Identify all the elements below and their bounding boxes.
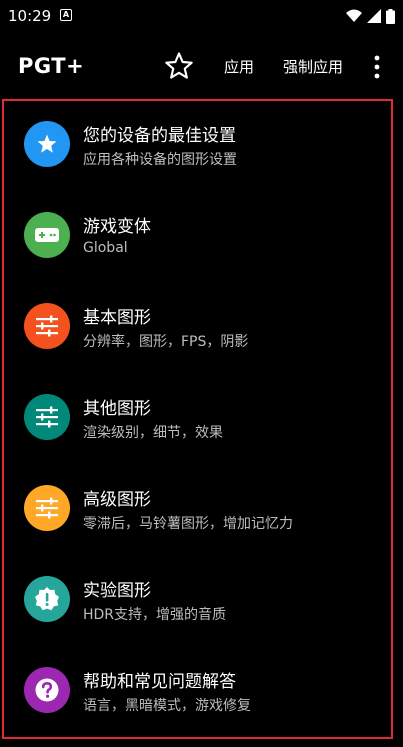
menu-item-title: 实验图形 xyxy=(83,581,151,601)
menu-item-advanced-graphics[interactable]: 高级图形 零滞后，马铃薯图形，增加记忆力 xyxy=(4,485,393,565)
app-bar: PGT+ 应用 强制应用 xyxy=(0,40,403,92)
status-icons xyxy=(346,7,395,25)
more-vert-icon[interactable] xyxy=(370,54,384,80)
star-icon xyxy=(24,121,70,167)
menu-item-title: 游戏变体 xyxy=(83,217,151,237)
menu-item-title: 高级图形 xyxy=(83,490,151,510)
menu-item-subtitle: HDR支持，增强的音质 xyxy=(83,607,227,623)
status-time: 10:29 xyxy=(8,7,52,25)
menu-item-subtitle: 渲染级别，细节，效果 xyxy=(83,425,223,441)
help-icon xyxy=(24,667,70,713)
menu-item-title: 您的设备的最佳设置 xyxy=(83,126,236,146)
menu-item-other-graphics[interactable]: 其他图形 渲染级别，细节，效果 xyxy=(4,394,393,474)
battery-icon xyxy=(386,8,395,24)
star-outline-icon[interactable] xyxy=(163,50,195,82)
tune-icon xyxy=(24,394,70,440)
menu-item-subtitle: Global xyxy=(83,240,128,256)
status-bar: 10:29 A xyxy=(0,0,403,32)
menu-item-subtitle: 应用各种设备的图形设置 xyxy=(83,152,237,168)
menu-item-subtitle: 零滞后，马铃薯图形，增加记忆力 xyxy=(83,516,293,532)
menu-item-best-settings[interactable]: 您的设备的最佳设置 应用各种设备的图形设置 xyxy=(4,121,393,201)
app-title: PGT+ xyxy=(18,54,85,78)
alert-badge-icon xyxy=(24,576,70,622)
force-apply-button[interactable]: 强制应用 xyxy=(283,56,343,77)
apply-button[interactable]: 应用 xyxy=(224,56,254,77)
signal-icon xyxy=(367,9,381,23)
menu-item-game-variant[interactable]: 游戏变体 Global xyxy=(4,212,393,292)
menu-item-title: 帮助和常见问题解答 xyxy=(83,672,236,692)
menu-item-subtitle: 分辨率，图形，FPS，阴影 xyxy=(83,334,249,350)
menu-item-help-faq[interactable]: 帮助和常见问题解答 语言，黑暗模式，游戏修复 xyxy=(4,667,393,747)
gamepad-icon xyxy=(24,212,70,258)
menu-item-title: 其他图形 xyxy=(83,399,151,419)
menu-item-experimental-graphics[interactable]: 实验图形 HDR支持，增强的音质 xyxy=(4,576,393,656)
menu-item-basic-graphics[interactable]: 基本图形 分辨率，图形，FPS，阴影 xyxy=(4,303,393,383)
settings-menu: 您的设备的最佳设置 应用各种设备的图形设置 游戏变体 Global 基本图形 分… xyxy=(2,99,393,739)
a-notification-icon: A xyxy=(60,9,72,21)
tune-icon xyxy=(24,303,70,349)
tune-icon xyxy=(24,485,70,531)
menu-item-subtitle: 语言，黑暗模式，游戏修复 xyxy=(83,698,251,714)
menu-item-title: 基本图形 xyxy=(83,308,151,328)
wifi-icon xyxy=(346,9,362,22)
